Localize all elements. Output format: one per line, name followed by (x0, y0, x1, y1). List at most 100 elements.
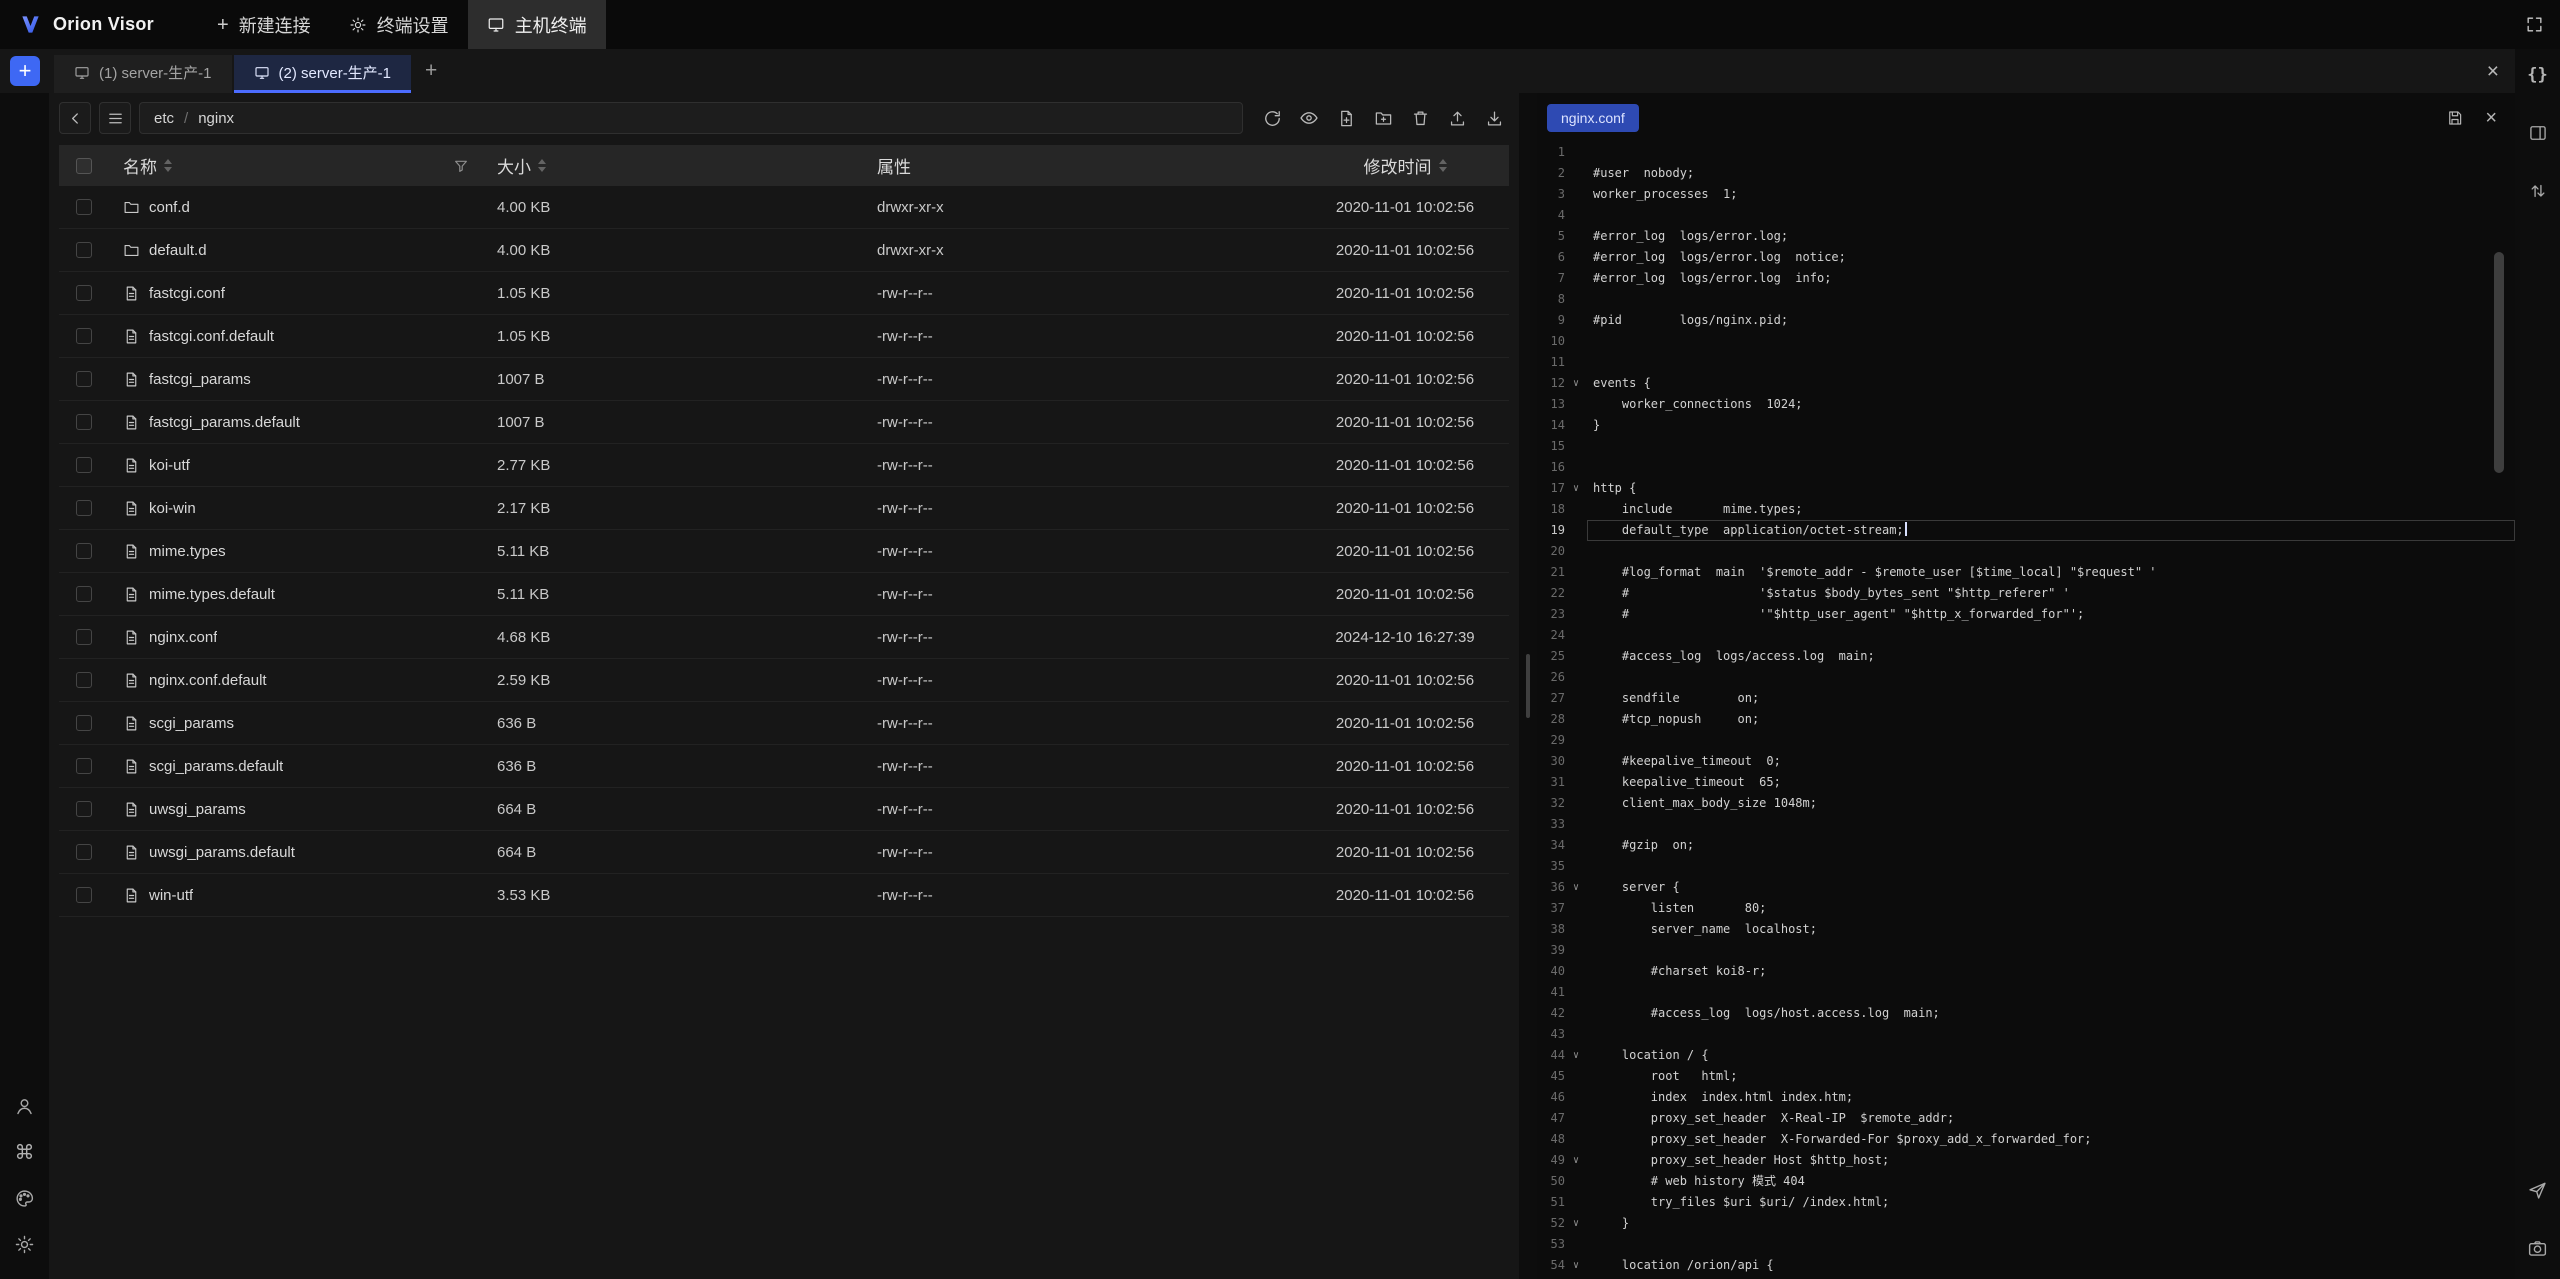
file-row[interactable]: nginx.conf 4.68 KB -rw-r--r-- 2024-12-10… (59, 616, 1509, 659)
filter-icon[interactable] (453, 158, 469, 174)
file-name[interactable]: mime.types.default (149, 586, 275, 603)
fold-chevron-icon[interactable]: ∨ (1565, 1150, 1587, 1171)
code-line[interactable]: 10 (1537, 331, 2515, 352)
file-name[interactable]: uwsgi_params.default (149, 844, 295, 861)
panel-splitter[interactable] (1519, 93, 1537, 1279)
code-line[interactable]: 32 client_max_body_size 1048m; (1537, 793, 2515, 814)
code-editor[interactable]: 12#user nobody;3worker_processes 1;45#er… (1537, 136, 2515, 1279)
snippets-button[interactable]: {} (2521, 60, 2555, 90)
close-all-tabs-button[interactable]: × (2487, 61, 2499, 82)
code-line[interactable]: 5#error_log logs/error.log; (1537, 226, 2515, 247)
fullscreen-button[interactable] (2525, 15, 2544, 34)
row-checkbox[interactable] (76, 801, 92, 817)
app-logo[interactable]: Orion Visor (18, 13, 154, 36)
file-row[interactable]: fastcgi_params.default 1007 B -rw-r--r--… (59, 401, 1509, 444)
code-line[interactable]: 37 listen 80; (1537, 898, 2515, 919)
row-checkbox[interactable] (76, 500, 92, 516)
file-name[interactable]: mime.types (149, 543, 226, 560)
code-line[interactable]: 17∨http { (1537, 478, 2515, 499)
terminal-tab[interactable]: (2) server-生产-1 (234, 55, 412, 93)
file-row[interactable]: fastcgi_params 1007 B -rw-r--r-- 2020-11… (59, 358, 1509, 401)
code-line[interactable]: 25 #access_log logs/access.log main; (1537, 646, 2515, 667)
file-row[interactable]: uwsgi_params.default 664 B -rw-r--r-- 20… (59, 831, 1509, 874)
file-row[interactable]: mime.types.default 5.11 KB -rw-r--r-- 20… (59, 573, 1509, 616)
code-line[interactable]: 16 (1537, 457, 2515, 478)
code-line[interactable]: 18 include mime.types; (1537, 499, 2515, 520)
file-name[interactable]: fastcgi.conf.default (149, 328, 274, 345)
code-line[interactable]: 46 index index.html index.htm; (1537, 1087, 2515, 1108)
row-checkbox[interactable] (76, 328, 92, 344)
sort-icon[interactable] (538, 159, 546, 172)
code-line[interactable]: 27 sendfile on; (1537, 688, 2515, 709)
file-row[interactable]: nginx.conf.default 2.59 KB -rw-r--r-- 20… (59, 659, 1509, 702)
code-line[interactable]: 15 (1537, 436, 2515, 457)
code-line[interactable]: 28 #tcp_nopush on; (1537, 709, 2515, 730)
file-name[interactable]: scgi_params (149, 715, 234, 732)
download-button[interactable] (1479, 103, 1509, 133)
code-line[interactable]: 14} (1537, 415, 2515, 436)
fold-chevron-icon[interactable]: ∨ (1565, 1213, 1587, 1234)
sort-icon[interactable] (1439, 159, 1447, 172)
row-checkbox[interactable] (76, 457, 92, 473)
code-line[interactable]: 52∨ } (1537, 1213, 2515, 1234)
delete-button[interactable] (1405, 103, 1435, 133)
file-name[interactable]: koi-win (149, 500, 196, 517)
file-row[interactable]: fastcgi.conf 1.05 KB -rw-r--r-- 2020-11-… (59, 272, 1509, 315)
file-name[interactable]: default.d (149, 242, 207, 259)
menu-host-terminal[interactable]: 主机终端 (468, 0, 606, 49)
file-name[interactable]: scgi_params.default (149, 758, 283, 775)
add-tab-button[interactable]: + (425, 59, 437, 83)
code-line[interactable]: 12∨events { (1537, 373, 2515, 394)
code-line[interactable]: 38 server_name localhost; (1537, 919, 2515, 940)
row-checkbox[interactable] (76, 199, 92, 215)
file-row[interactable]: koi-win 2.17 KB -rw-r--r-- 2020-11-01 10… (59, 487, 1509, 530)
new-file-button[interactable] (1331, 103, 1361, 133)
row-checkbox[interactable] (76, 371, 92, 387)
menu-terminal-settings[interactable]: 终端设置 (330, 0, 468, 49)
file-row[interactable]: default.d 4.00 KB drwxr-xr-x 2020-11-01 … (59, 229, 1509, 272)
code-line[interactable]: 39 (1537, 940, 2515, 961)
row-checkbox[interactable] (76, 715, 92, 731)
code-line[interactable]: 29 (1537, 730, 2515, 751)
code-line[interactable]: 21 #log_format main '$remote_addr - $rem… (1537, 562, 2515, 583)
code-line[interactable]: 30 #keepalive_timeout 0; (1537, 751, 2515, 772)
breadcrumb[interactable]: etc / nginx (139, 102, 1243, 134)
fold-chevron-icon[interactable]: ∨ (1565, 1045, 1587, 1066)
row-checkbox[interactable] (76, 586, 92, 602)
code-line[interactable]: 8 (1537, 289, 2515, 310)
menu-new-connection[interactable]: + 新建连接 (198, 0, 330, 49)
select-all-checkbox[interactable] (76, 158, 92, 174)
file-row[interactable]: fastcgi.conf.default 1.05 KB -rw-r--r-- … (59, 315, 1509, 358)
file-name[interactable]: win-utf (149, 887, 193, 904)
file-name[interactable]: fastcgi_params (149, 371, 251, 388)
code-line[interactable]: 53 (1537, 1234, 2515, 1255)
file-name[interactable]: nginx.conf (149, 629, 217, 646)
file-name[interactable]: conf.d (149, 199, 190, 216)
new-terminal-button[interactable]: + (10, 56, 40, 86)
code-line[interactable]: 23 # '"$http_user_agent" "$http_x_forwar… (1537, 604, 2515, 625)
row-checkbox[interactable] (76, 414, 92, 430)
code-line[interactable]: 36∨ server { (1537, 877, 2515, 898)
code-line[interactable]: 9#pid logs/nginx.pid; (1537, 310, 2515, 331)
file-name[interactable]: fastcgi.conf (149, 285, 225, 302)
code-line[interactable]: 50 # web history 模式 404 (1537, 1171, 2515, 1192)
code-line[interactable]: 42 #access_log logs/host.access.log main… (1537, 1003, 2515, 1024)
file-row[interactable]: koi-utf 2.77 KB -rw-r--r-- 2020-11-01 10… (59, 444, 1509, 487)
new-folder-button[interactable] (1368, 103, 1398, 133)
code-line[interactable]: 40 #charset koi8-r; (1537, 961, 2515, 982)
code-line[interactable]: 2#user nobody; (1537, 163, 2515, 184)
code-line[interactable]: 31 keepalive_timeout 65; (1537, 772, 2515, 793)
row-checkbox[interactable] (76, 758, 92, 774)
row-checkbox[interactable] (76, 672, 92, 688)
code-line[interactable]: 20 (1537, 541, 2515, 562)
editor-file-tab[interactable]: nginx.conf (1547, 104, 1639, 132)
code-line[interactable]: 51 try_files $uri $uri/ /index.html; (1537, 1192, 2515, 1213)
code-line[interactable]: 1 (1537, 142, 2515, 163)
fold-chevron-icon[interactable]: ∨ (1565, 877, 1587, 898)
code-line[interactable]: 22 # '$status $body_bytes_sent "$http_re… (1537, 583, 2515, 604)
save-file-button[interactable] (2446, 109, 2464, 127)
code-line[interactable]: 3worker_processes 1; (1537, 184, 2515, 205)
code-line[interactable]: 11 (1537, 352, 2515, 373)
row-checkbox[interactable] (76, 543, 92, 559)
code-line[interactable]: 48 proxy_set_header X-Forwarded-For $pro… (1537, 1129, 2515, 1150)
